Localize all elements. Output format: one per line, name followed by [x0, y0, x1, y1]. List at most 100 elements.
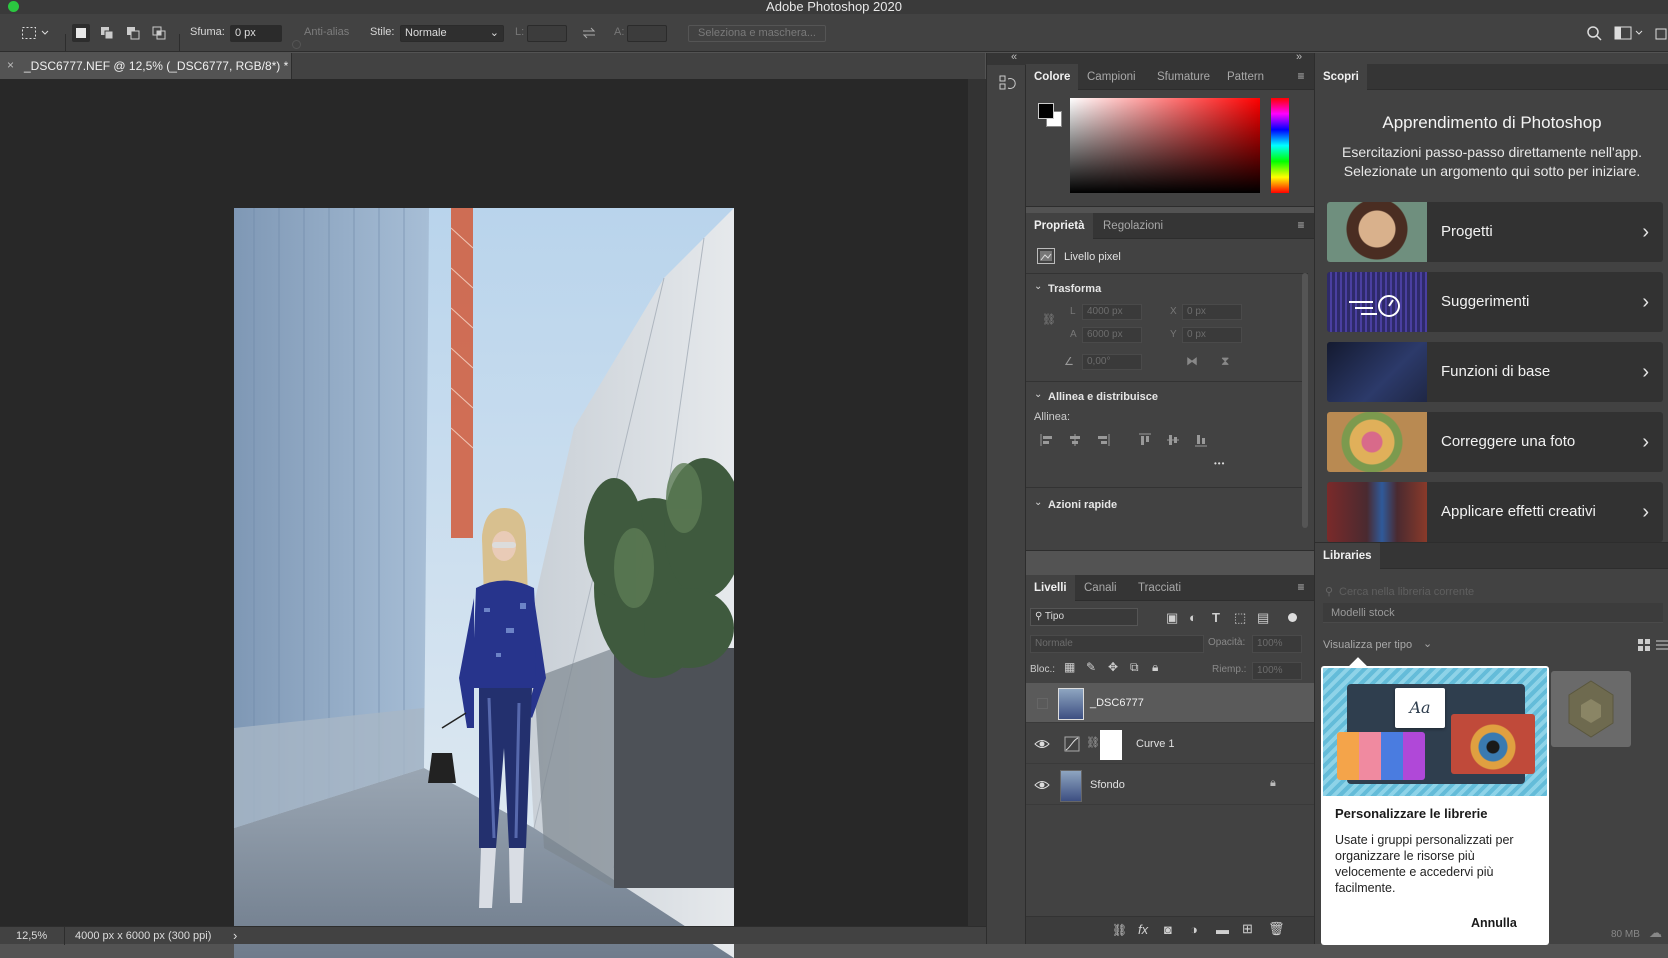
transform-width-field[interactable]: 4000 px	[1082, 304, 1142, 320]
status-arrow-icon[interactable]: ›	[233, 928, 237, 943]
lock-position-icon[interactable]: ✥	[1108, 660, 1118, 674]
more-options-icon[interactable]: •••	[1214, 459, 1225, 468]
opacity-field[interactable]: 100%	[1252, 635, 1302, 653]
tab-colore[interactable]: Colore	[1026, 64, 1079, 90]
visibility-toggle-off[interactable]	[1037, 698, 1048, 709]
tab-livelli[interactable]: Livelli	[1026, 575, 1075, 601]
intersect-selection-icon[interactable]	[150, 24, 168, 42]
lock-all-icon[interactable]: 🔒︎	[1152, 660, 1158, 675]
add-mask-icon[interactable]: ◙	[1164, 922, 1172, 937]
card-progetti[interactable]: Progetti ›	[1327, 202, 1663, 262]
panel-menu-icon[interactable]: ≡	[1294, 70, 1308, 82]
tab-canali[interactable]: Canali	[1076, 575, 1125, 601]
flip-vertical-icon[interactable]: ⧗	[1221, 354, 1229, 369]
transform-height-field[interactable]: 6000 px	[1082, 327, 1142, 343]
align-right-icon[interactable]	[1096, 433, 1110, 450]
align-center-icon[interactable]	[1068, 433, 1082, 450]
chevron-down-icon[interactable]: ⌄	[1034, 389, 1042, 400]
feather-input[interactable]: 0 px	[230, 25, 282, 42]
foreground-color-swatch[interactable]	[1038, 103, 1054, 119]
close-tab-icon[interactable]: ×	[7, 58, 14, 72]
fill-field[interactable]: 100%	[1252, 662, 1302, 680]
width-input[interactable]	[527, 25, 567, 42]
quick-actions-section-title[interactable]: Azioni rapide	[1048, 499, 1117, 511]
lock-brush-icon[interactable]: ✎	[1086, 660, 1096, 674]
lock-artboard-icon[interactable]: ⧉	[1130, 660, 1139, 675]
new-selection-icon[interactable]	[72, 24, 90, 42]
tab-proprieta[interactable]: Proprietà	[1026, 213, 1093, 239]
view-by-type-dropdown[interactable]: Visualizza per tipo	[1323, 639, 1412, 651]
workspace-icon[interactable]	[1614, 24, 1632, 42]
transform-angle-field[interactable]: 0,00°	[1082, 354, 1142, 370]
link-icon[interactable]: ⛓	[1042, 313, 1056, 326]
transform-y-field[interactable]: 0 px	[1182, 327, 1242, 343]
filter-shape-icon[interactable]: ⬚	[1234, 610, 1246, 626]
chevron-down-icon[interactable]: ⌄	[1423, 637, 1432, 650]
panel-menu-icon[interactable]: ≡	[1294, 581, 1308, 593]
delete-layer-icon[interactable]: 🗑︎	[1268, 921, 1285, 937]
card-funzioni-di-base[interactable]: Funzioni di base ›	[1327, 342, 1663, 402]
card-suggerimenti[interactable]: Suggerimenti ›	[1327, 272, 1663, 332]
flip-horizontal-icon[interactable]: ⧓	[1186, 354, 1198, 368]
antialias-checkbox[interactable]	[292, 40, 301, 49]
history-panel-icon[interactable]	[997, 73, 1017, 93]
add-selection-icon[interactable]	[98, 24, 116, 42]
blend-mode-select[interactable]: Normale	[1030, 635, 1204, 653]
height-input[interactable]	[627, 25, 667, 42]
card-applicare-effetti-creativi[interactable]: Applicare effetti creativi ›	[1327, 482, 1663, 542]
align-top-icon[interactable]	[1138, 433, 1152, 450]
filter-toggle[interactable]	[1288, 613, 1297, 622]
layer-row-curve-1[interactable]: ⛓ Curve 1	[1026, 724, 1314, 764]
layer-row-sfondo[interactable]: Sfondo 🔒︎	[1026, 765, 1314, 805]
layer-filter-select[interactable]: ⚲ Tipo	[1030, 608, 1138, 626]
hue-slider[interactable]	[1271, 98, 1289, 193]
new-group-icon[interactable]: ▬	[1216, 922, 1229, 937]
tab-libraries[interactable]: Libraries	[1315, 543, 1380, 569]
card-correggere-una-foto[interactable]: Correggere una foto ›	[1327, 412, 1663, 472]
layer-name[interactable]: Curve 1	[1136, 738, 1175, 750]
color-field[interactable]	[1070, 98, 1260, 193]
align-section-title[interactable]: Allinea e distribuisce	[1048, 391, 1158, 403]
tab-sfumature[interactable]: Sfumature	[1149, 64, 1218, 90]
search-icon[interactable]	[1585, 24, 1603, 42]
marquee-tool-icon[interactable]	[20, 24, 38, 42]
mask-link-icon[interactable]: ⛓	[1086, 736, 1100, 749]
library-select[interactable]: Modelli stock	[1323, 603, 1663, 623]
filter-pixel-icon[interactable]: ▣	[1166, 610, 1178, 626]
filter-type-icon[interactable]: T	[1212, 610, 1220, 625]
panel-menu-icon[interactable]: ≡	[1294, 219, 1308, 231]
new-layer-icon[interactable]: ⊞	[1242, 921, 1253, 937]
tab-regolazioni[interactable]: Regolazioni	[1095, 213, 1171, 239]
layer-name[interactable]: Sfondo	[1090, 779, 1125, 791]
library-search-input[interactable]: Cerca nella libreria corrente	[1339, 586, 1474, 598]
layer-row-dsc6777[interactable]: _DSC6777	[1026, 683, 1314, 723]
collapse-right-icon[interactable]: »	[1296, 51, 1302, 63]
filter-smart-object-icon[interactable]: ▤	[1257, 610, 1269, 626]
select-and-mask-button[interactable]: Seleziona e maschera...	[688, 25, 826, 42]
chevron-down-icon[interactable]: ⌄	[1034, 281, 1042, 292]
tab-pattern[interactable]: Pattern	[1219, 64, 1272, 90]
canvas-area[interactable]	[0, 79, 968, 958]
library-asset-thumbnail[interactable]	[1551, 671, 1631, 747]
eye-icon[interactable]	[1034, 736, 1050, 752]
collapse-left-icon[interactable]: «	[1011, 51, 1017, 63]
zoom-level[interactable]: 12,5%	[16, 930, 47, 942]
canvas-scrollbar[interactable]	[968, 79, 986, 926]
new-adjustment-icon[interactable]: ◑	[1190, 922, 1198, 937]
document-tab[interactable]: × _DSC6777.NEF @ 12,5% (_DSC6777, RGB/8*…	[0, 53, 292, 79]
swap-icon[interactable]	[580, 24, 598, 42]
filter-adjustment-icon[interactable]: ◐	[1189, 610, 1197, 625]
subtract-selection-icon[interactable]	[124, 24, 142, 42]
style-select[interactable]: Normale ⌄	[400, 25, 504, 42]
popup-cancel-button[interactable]: Annulla	[1471, 916, 1517, 930]
grid-view-icon[interactable]	[1637, 638, 1651, 652]
tab-campioni[interactable]: Campioni	[1079, 64, 1144, 90]
align-middle-icon[interactable]	[1166, 433, 1180, 450]
tab-scopri[interactable]: Scopri	[1315, 64, 1367, 90]
layer-name[interactable]: _DSC6777	[1090, 697, 1144, 709]
fx-icon[interactable]: fx	[1138, 922, 1148, 937]
align-bottom-icon[interactable]	[1194, 433, 1208, 450]
properties-scrollbar[interactable]	[1302, 273, 1308, 528]
lock-transparency-icon[interactable]: ▦	[1064, 660, 1075, 674]
chevron-down-icon[interactable]: ⌄	[1034, 497, 1042, 508]
